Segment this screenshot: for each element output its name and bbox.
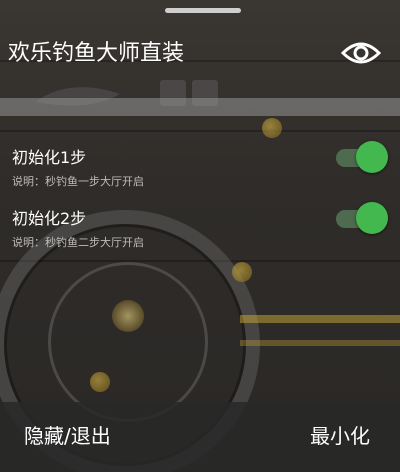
option-init-step-1: 初始化1步 说明：秒钓鱼一步大厅开启 [0,141,400,197]
reel-hub [112,300,144,332]
reel-dial-inner [48,262,208,422]
decor-stripe [240,340,400,346]
decor-stripe [240,315,400,323]
coin-icon [232,262,252,282]
visibility-toggle-button[interactable] [340,34,382,72]
toggle-thumb [356,202,388,234]
app-title: 欢乐钓鱼大师直装 [8,41,185,66]
option-description: 说明：秒钓鱼二步大厅开启 [12,236,144,249]
wood-plank-line [0,130,400,132]
option-label: 初始化1步 [12,148,87,167]
toggle-thumb [356,141,388,173]
coin-icon [90,372,110,392]
coin-icon [262,118,282,138]
hide-exit-button[interactable]: 隐藏/退出 [24,420,111,449]
eye-icon [341,42,381,64]
init-step-1-toggle[interactable] [334,141,388,173]
drag-handle[interactable] [165,8,241,13]
header-separator [0,98,400,116]
minimize-button[interactable]: 最小化 [310,420,370,449]
option-label: 初始化2步 [12,209,87,228]
panel-footer: 隐藏/退出 最小化 [0,402,400,472]
init-step-2-toggle[interactable] [334,202,388,234]
option-description: 说明：秒钓鱼一步大厅开启 [12,175,144,188]
option-init-step-2: 初始化2步 说明：秒钓鱼二步大厅开启 [0,202,400,258]
panel-header: 欢乐钓鱼大师直装 [0,20,400,94]
